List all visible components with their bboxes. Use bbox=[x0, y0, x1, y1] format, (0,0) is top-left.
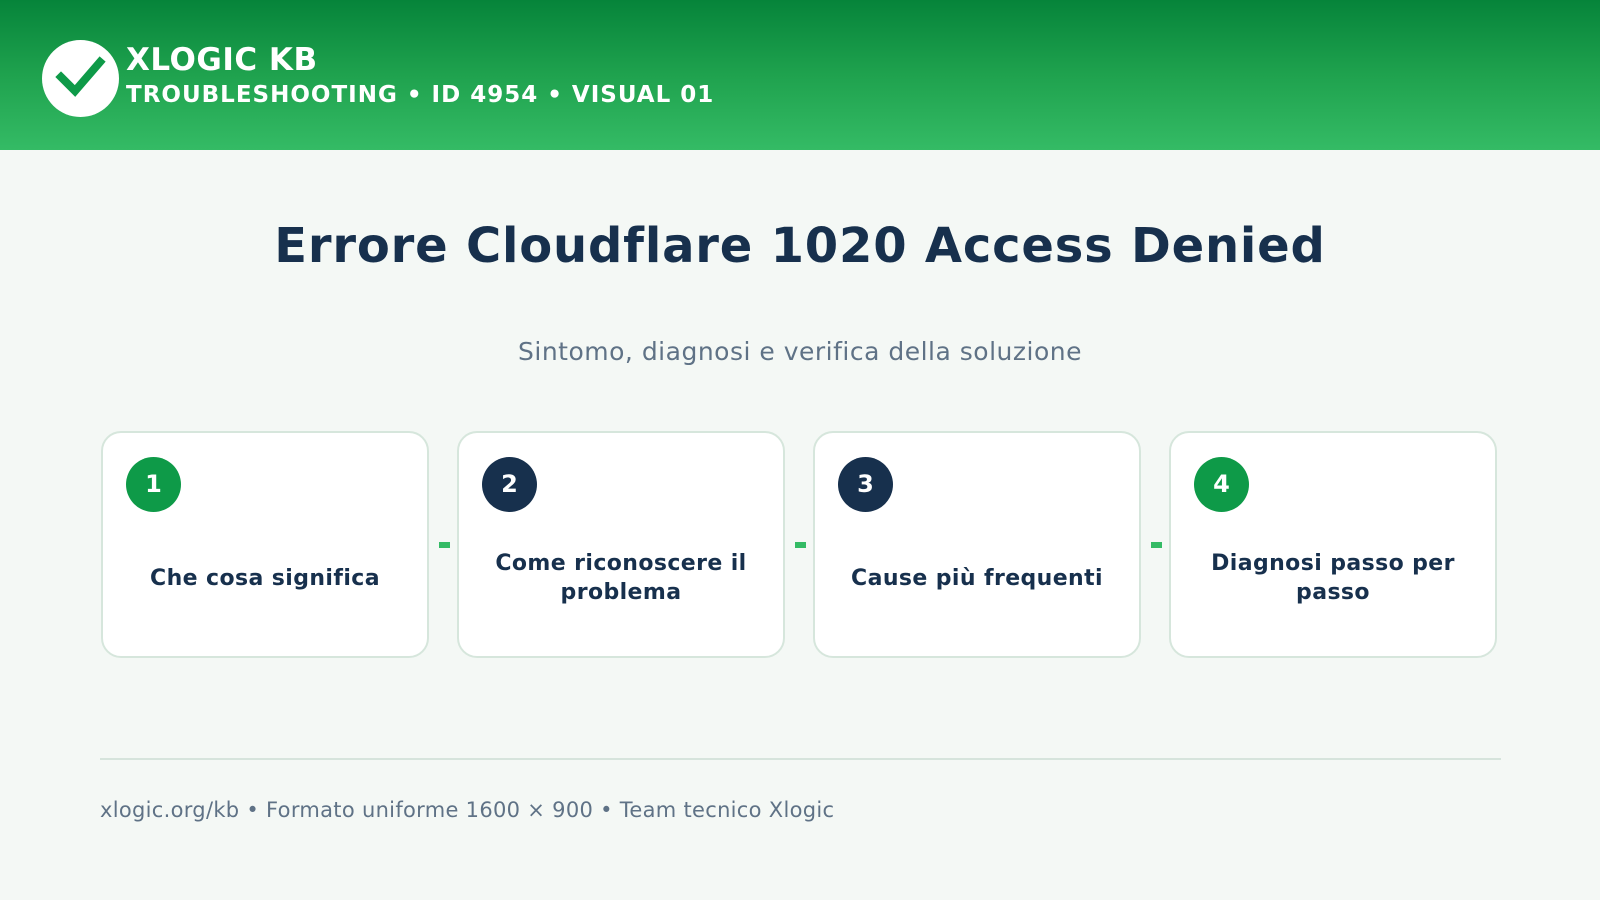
page-title: Errore Cloudflare 1020 Access Denied bbox=[274, 218, 1326, 274]
header-banner: XLOGIC KB TROUBLESHOOTING • ID 4954 • VI… bbox=[0, 0, 1600, 150]
brand-title: XLOGIC KB bbox=[126, 42, 318, 78]
step-connector bbox=[439, 542, 450, 548]
step-label: Che cosa significa bbox=[150, 565, 380, 591]
step-number-badge: 2 bbox=[482, 457, 537, 512]
step-number-badge: 1 bbox=[126, 457, 181, 512]
step-card-3: 3 Cause più frequenti bbox=[813, 431, 1141, 658]
brand-subtitle: TROUBLESHOOTING • ID 4954 • VISUAL 01 bbox=[126, 82, 715, 108]
page-subtitle: Sintomo, diagnosi e verifica della soluz… bbox=[518, 337, 1082, 366]
step-card-2: 2 Come riconoscere il problema bbox=[457, 431, 785, 658]
checkmark-icon bbox=[55, 56, 106, 97]
step-card-1: 1 Che cosa significa bbox=[101, 431, 429, 658]
step-card-4: 4 Diagnosi passo per passo bbox=[1169, 431, 1497, 658]
step-number-badge: 3 bbox=[838, 457, 893, 512]
logo bbox=[42, 40, 119, 117]
step-label: Cause più frequenti bbox=[851, 565, 1103, 591]
step-label: Diagnosi passo per passo bbox=[1211, 551, 1455, 605]
footer-divider bbox=[100, 758, 1501, 760]
step-connector bbox=[1151, 542, 1162, 548]
footer-text: xlogic.org/kb • Formato uniforme 1600 × … bbox=[100, 798, 835, 822]
step-number-badge: 4 bbox=[1194, 457, 1249, 512]
step-label: Come riconoscere il problema bbox=[495, 551, 747, 605]
step-connector bbox=[795, 542, 806, 548]
